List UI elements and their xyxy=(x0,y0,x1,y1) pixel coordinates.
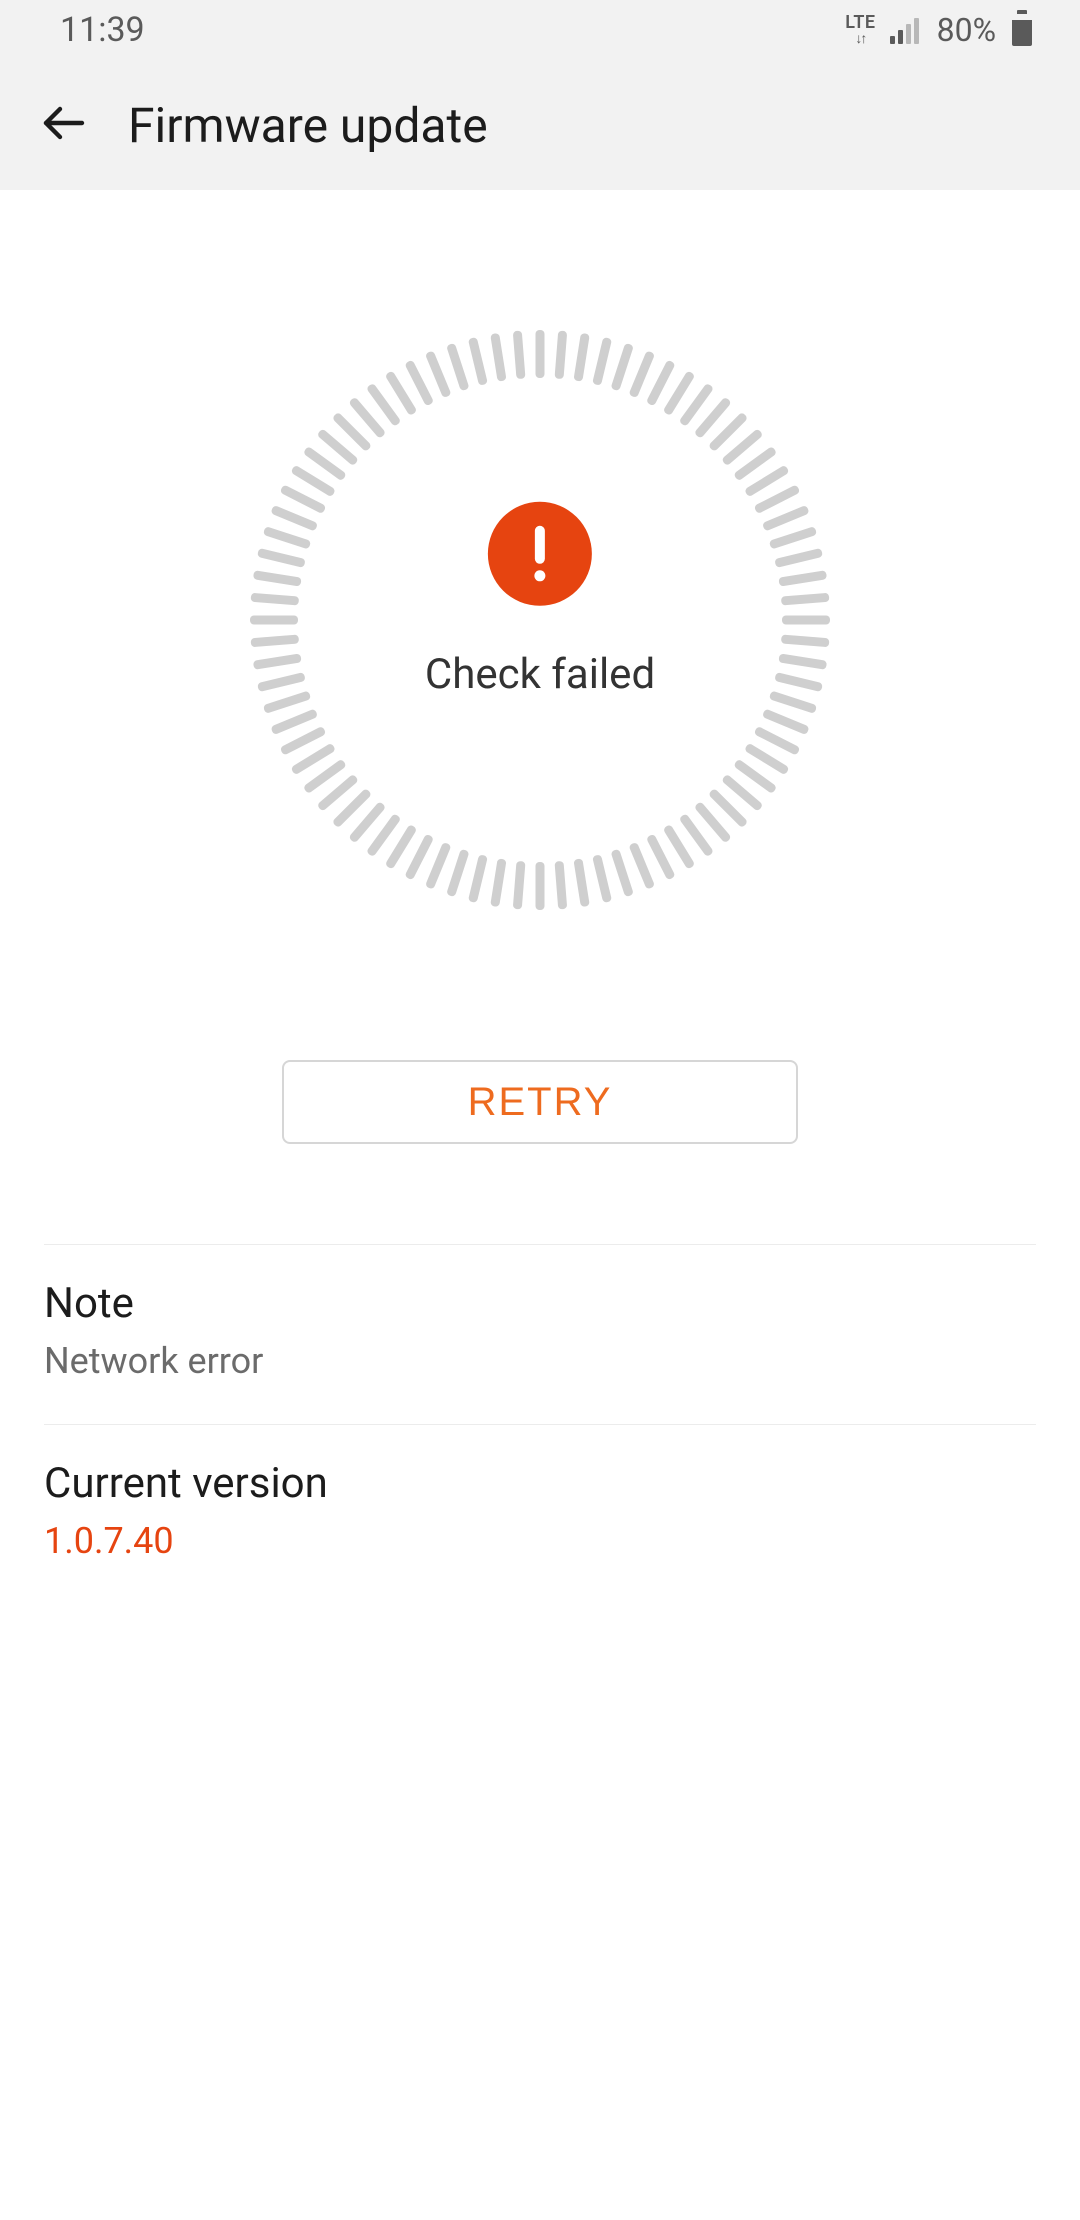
battery-icon xyxy=(1012,14,1032,46)
dial-center: Check failed xyxy=(425,502,655,699)
version-value: 1.0.7.40 xyxy=(44,1520,1036,1562)
signal-icon xyxy=(890,16,919,44)
content: Check failed RETRY Note Network error Cu… xyxy=(0,190,1080,1604)
version-title: Current version xyxy=(44,1459,1036,1508)
status-time: 11:39 xyxy=(60,10,145,50)
status-bar: 11:39 LTE ↓↑ 80% xyxy=(0,0,1080,60)
status-text: Check failed xyxy=(425,650,655,699)
app-bar: Firmware update xyxy=(0,60,1080,190)
status-area: Check failed RETRY xyxy=(0,190,1080,1144)
page-title: Firmware update xyxy=(128,97,488,154)
retry-button[interactable]: RETRY xyxy=(282,1060,798,1144)
progress-dial: Check failed xyxy=(250,330,830,910)
version-section: Current version 1.0.7.40 xyxy=(0,1425,1080,1604)
error-icon xyxy=(488,502,592,606)
network-lte-icon: LTE ↓↑ xyxy=(845,14,875,47)
note-body: Network error xyxy=(44,1340,1036,1382)
note-title: Note xyxy=(44,1279,1036,1328)
status-indicators: LTE ↓↑ 80% xyxy=(845,11,1032,49)
back-arrow-icon[interactable] xyxy=(40,99,88,151)
battery-percent: 80% xyxy=(937,11,996,49)
note-section: Note Network error xyxy=(0,1245,1080,1424)
